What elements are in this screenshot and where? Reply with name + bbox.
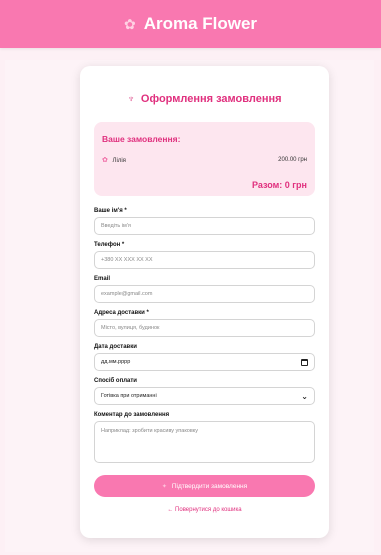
email-input[interactable]: example@gmail.com [94, 285, 315, 303]
comment-placeholder: Наприклад: зробити красиву упаковку [101, 428, 199, 434]
phone-placeholder: +380 XX XXX XX XX [101, 257, 153, 263]
email-field-group: Email example@gmail.com [94, 276, 315, 303]
name-input[interactable]: Введіть ім'я [94, 217, 315, 235]
back-to-cart-link[interactable]: ← Повернутися до кошика [94, 507, 315, 513]
calendar-icon[interactable] [301, 358, 308, 366]
date-input[interactable]: дд.мм.рррр [94, 353, 315, 371]
summary-item-name: Лілія [112, 158, 126, 164]
payment-field-group: Спосіб оплати Готівка при отриманні ⌄ [94, 378, 315, 405]
name-label: Ваше ім'я * [94, 208, 127, 214]
email-label: Email [94, 276, 111, 282]
date-field-group: Дата доставки дд.мм.рррр [94, 344, 315, 371]
address-field-group: Адреса доставки * Місто, вулиця, будинок [94, 310, 315, 337]
card-title: ♆ Оформлення замовлення [94, 90, 315, 108]
comment-field-group: Коментар до замовлення Наприклад: зробит… [94, 412, 315, 463]
comment-label: Коментар до замовлення [94, 412, 170, 418]
flower-icon: ✿ [123, 15, 136, 32]
comment-textarea[interactable]: Наприклад: зробити красиву упаковку [94, 421, 315, 463]
app-header: ✿ Aroma Flower [0, 0, 381, 48]
payment-label: Спосіб оплати [94, 378, 137, 384]
summary-item-price: 200.00 грн [278, 157, 307, 163]
address-label: Адреса доставки * [94, 310, 149, 316]
app-title: Aroma Flower [143, 14, 258, 33]
order-summary: Ваше замовлення: ✿ Лілія 200.00 грн Разо… [94, 122, 315, 196]
checkout-card: ♆ Оформлення замовлення Ваше замовлення:… [80, 66, 329, 538]
tulip-icon: ♆ [127, 93, 135, 105]
card-title-text: Оформлення замовлення [140, 93, 282, 105]
summary-total: Разом: 0 грн [252, 180, 307, 190]
name-placeholder: Введіть ім'я [101, 223, 131, 229]
date-label: Дата доставки [94, 344, 137, 350]
confirm-order-label: Підтвердити замовлення [171, 482, 248, 490]
phone-field-group: Телефон * +380 XX XXX XX XX [94, 242, 315, 269]
summary-item-name-wrap: ✿ Лілія [102, 156, 126, 164]
chevron-down-icon: ⌄ [301, 391, 308, 401]
summary-title: Ваше замовлення: [102, 134, 181, 144]
payment-value: Готівка при отриманні [101, 393, 157, 399]
address-input[interactable]: Місто, вулиця, будинок [94, 319, 315, 337]
sparkle-icon: ✦ [161, 483, 167, 490]
phone-input[interactable]: +380 XX XXX XX XX [94, 251, 315, 269]
email-placeholder: example@gmail.com [101, 291, 153, 297]
phone-label: Телефон * [94, 242, 125, 248]
name-field-group: Ваше ім'я * Введіть ім'я [94, 208, 315, 235]
date-value: дд.мм.рррр [101, 359, 131, 365]
confirm-order-button[interactable]: ✦ Підтвердити замовлення [94, 475, 315, 497]
summary-item: ✿ Лілія 200.00 грн [102, 156, 307, 164]
payment-select[interactable]: Готівка при отриманні ⌄ [94, 387, 315, 405]
address-placeholder: Місто, вулиця, будинок [101, 325, 160, 331]
flower-icon: ✿ [102, 157, 108, 164]
